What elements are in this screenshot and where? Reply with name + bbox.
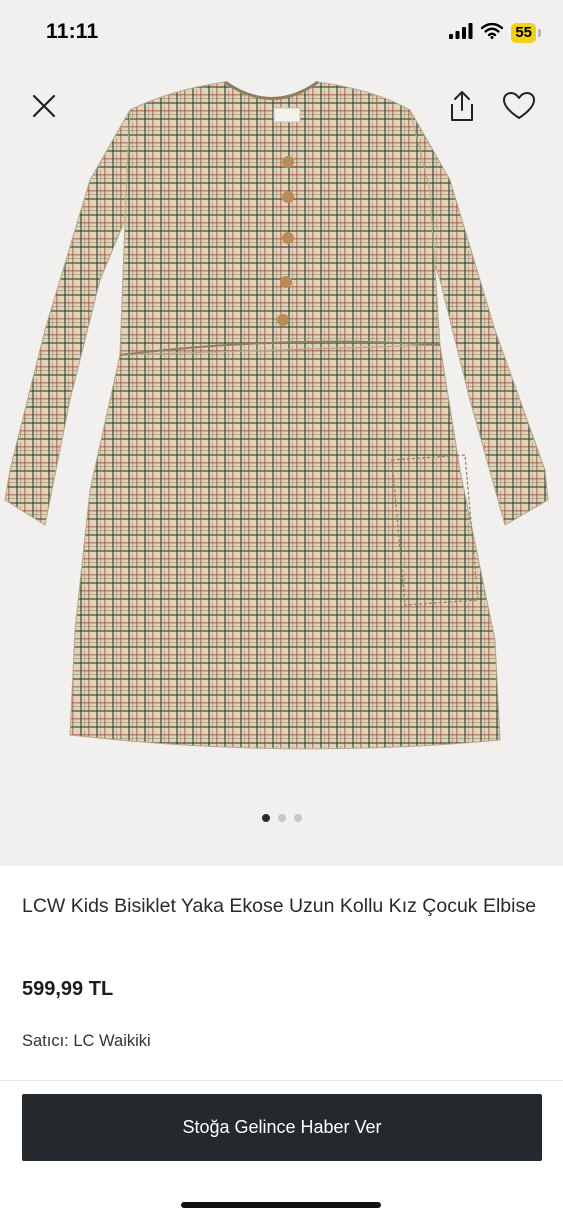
pagination-dot-active[interactable] bbox=[261, 814, 270, 822]
pagination-dot[interactable] bbox=[293, 814, 302, 822]
product-image[interactable] bbox=[0, 70, 563, 770]
battery-icon: 55 bbox=[511, 23, 541, 43]
favorite-button[interactable] bbox=[497, 86, 541, 130]
product-price: 599,99 TL bbox=[22, 978, 114, 1000]
wifi-icon bbox=[481, 22, 504, 44]
seller-label: Satıcı: bbox=[22, 1032, 69, 1050]
status-time: 11:11 bbox=[46, 20, 99, 43]
seller-info[interactable]: Satıcı: LC Waikiki bbox=[22, 1032, 151, 1051]
status-bar: 11:11 55 bbox=[0, 0, 563, 68]
close-button[interactable] bbox=[22, 86, 66, 130]
product-gallery[interactable] bbox=[0, 0, 563, 866]
signal-icon bbox=[449, 22, 473, 44]
pagination-dot[interactable] bbox=[277, 814, 286, 822]
home-indicator bbox=[181, 1202, 381, 1208]
notify-when-in-stock-button[interactable]: Stoğa Gelince Haber Ver bbox=[22, 1094, 542, 1161]
close-icon bbox=[30, 92, 58, 125]
status-icons: 55 bbox=[449, 22, 541, 44]
share-button[interactable] bbox=[440, 86, 484, 130]
seller-name[interactable]: LC Waikiki bbox=[73, 1032, 150, 1050]
battery-level: 55 bbox=[511, 23, 536, 43]
bottom-action-bar: Stoğa Gelince Haber Ver bbox=[0, 1080, 563, 1218]
share-icon bbox=[447, 89, 477, 128]
heart-icon bbox=[502, 91, 536, 126]
product-title: LCW Kids Bisiklet Yaka Ekose Uzun Kollu … bbox=[22, 895, 537, 917]
gallery-pagination[interactable] bbox=[0, 814, 563, 822]
